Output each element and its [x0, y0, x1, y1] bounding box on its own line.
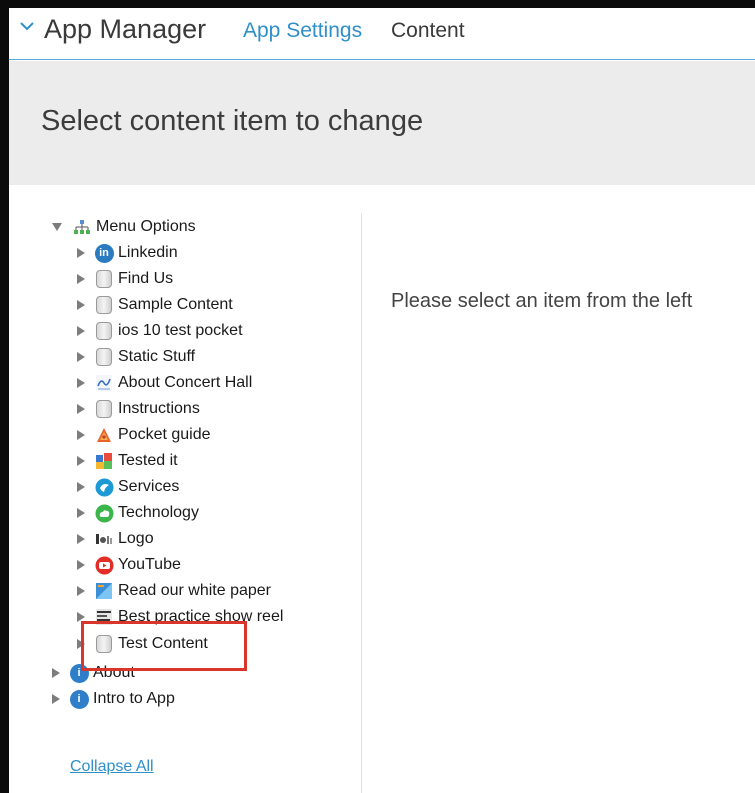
collapse-all-link[interactable]: Collapse All — [70, 758, 154, 776]
tree-node-label[interactable]: About — [93, 664, 135, 682]
tree-node-label[interactable]: Intro to App — [93, 690, 175, 708]
expand-arrow-icon[interactable] — [77, 612, 85, 622]
concert-hall-icon — [94, 373, 114, 393]
expand-arrow-icon[interactable] — [77, 300, 85, 310]
tree-node-label[interactable]: Find Us — [118, 270, 173, 288]
tree-node-youtube[interactable]: YouTube — [77, 553, 181, 577]
tree-node-label[interactable]: Services — [118, 478, 179, 496]
tree-node-label[interactable]: Test Content — [118, 635, 208, 653]
expand-arrow-icon[interactable] — [77, 274, 85, 284]
tree-node-label[interactable]: Linkedin — [118, 244, 178, 262]
expand-arrow-icon[interactable] — [52, 668, 60, 678]
tree-node-label[interactable]: Sample Content — [118, 296, 233, 314]
expand-arrow-icon[interactable] — [77, 404, 85, 414]
nav-content-current: Content — [391, 19, 465, 42]
tree-node-static-stuff[interactable]: Static Stuff — [77, 345, 195, 369]
app-title: App Manager — [44, 14, 207, 44]
page-icon — [94, 634, 114, 654]
expand-arrow-icon[interactable] — [77, 639, 85, 649]
window-left-border — [0, 0, 9, 793]
expand-arrow-icon[interactable] — [77, 456, 85, 466]
tree-node-label[interactable]: Static Stuff — [118, 348, 195, 366]
expand-arrow-icon[interactable] — [77, 586, 85, 596]
collapse-arrow-icon[interactable] — [52, 223, 62, 231]
tree-node-tested-it[interactable]: Tested it — [77, 449, 178, 473]
expand-arrow-icon[interactable] — [77, 326, 85, 336]
tree-node-best-practice-show-reel[interactable]: Best practice show reel — [77, 605, 283, 629]
chevron-down-icon[interactable] — [19, 18, 35, 34]
pocket-guide-icon — [94, 425, 114, 445]
info-icon: i — [69, 663, 89, 683]
white-paper-icon — [94, 581, 114, 601]
tree-node-label[interactable]: Logo — [118, 530, 154, 548]
expand-arrow-icon[interactable] — [52, 694, 60, 704]
tree-node-about-concert-hall[interactable]: About Concert Hall — [77, 371, 252, 395]
page-title: Select content item to change — [41, 105, 424, 137]
panel-divider — [361, 213, 362, 793]
tree-node-intro-to-app[interactable]: i Intro to App — [52, 687, 175, 711]
youtube-icon — [94, 555, 114, 575]
tree-node-label[interactable]: Menu Options — [96, 218, 196, 236]
page-icon — [94, 347, 114, 367]
expand-arrow-icon[interactable] — [77, 534, 85, 544]
linkedin-icon: in — [94, 243, 114, 263]
tree-node-label[interactable]: Instructions — [118, 400, 200, 418]
expand-arrow-icon[interactable] — [77, 378, 85, 388]
page-header: Select content item to change — [9, 61, 755, 185]
expand-arrow-icon[interactable] — [77, 482, 85, 492]
tree-node-menu-options[interactable]: Menu Options — [52, 215, 196, 239]
tree-node-label[interactable]: About Concert Hall — [118, 374, 252, 392]
tree-node-test-content[interactable]: Test Content — [77, 632, 208, 656]
tree-node-instructions[interactable]: Instructions — [77, 397, 200, 421]
selection-placeholder-text: Please select an item from the left — [391, 290, 693, 312]
window-top-border — [0, 0, 755, 8]
info-icon: i — [69, 689, 89, 709]
tested-icon — [94, 451, 114, 471]
page-icon — [94, 269, 114, 289]
tree-node-label[interactable]: Pocket guide — [118, 426, 211, 444]
tree-node-ios-10-test-pocket[interactable]: ios 10 test pocket — [77, 319, 243, 343]
nav-app-settings-link[interactable]: App Settings — [243, 19, 362, 43]
tree-node-linkedin[interactable]: in Linkedin — [77, 241, 178, 265]
sitemap-icon — [72, 217, 92, 237]
page-icon — [94, 321, 114, 341]
expand-arrow-icon[interactable] — [77, 560, 85, 570]
expand-arrow-icon[interactable] — [77, 352, 85, 362]
content-tree-panel: Menu Options in Linkedin Find Us Sample … — [9, 185, 361, 793]
services-icon — [94, 477, 114, 497]
show-reel-icon — [94, 607, 114, 627]
tree-node-find-us[interactable]: Find Us — [77, 267, 173, 291]
expand-arrow-icon[interactable] — [77, 508, 85, 518]
tree-node-technology[interactable]: Technology — [77, 501, 199, 525]
expand-arrow-icon[interactable] — [77, 248, 85, 258]
tree-node-services[interactable]: Services — [77, 475, 179, 499]
tree-node-label[interactable]: Technology — [118, 504, 199, 522]
tree-node-sample-content[interactable]: Sample Content — [77, 293, 233, 317]
cloud-icon — [94, 503, 114, 523]
page-icon — [94, 295, 114, 315]
tree-node-label[interactable]: Read our white paper — [118, 582, 271, 600]
tree-node-label[interactable]: YouTube — [118, 556, 181, 574]
tree-node-about[interactable]: i About — [52, 661, 135, 685]
expand-arrow-icon[interactable] — [77, 430, 85, 440]
logo-icon — [94, 529, 114, 549]
top-navigation-bar: App Manager App Settings Content — [9, 8, 755, 60]
tree-node-logo[interactable]: Logo — [77, 527, 154, 551]
tree-node-label[interactable]: Best practice show reel — [118, 608, 283, 626]
tree-node-read-our-white-paper[interactable]: Read our white paper — [77, 579, 271, 603]
tree-node-label[interactable]: ios 10 test pocket — [118, 322, 243, 340]
tree-node-pocket-guide[interactable]: Pocket guide — [77, 423, 211, 447]
tree-node-label[interactable]: Tested it — [118, 452, 178, 470]
page-icon — [94, 399, 114, 419]
